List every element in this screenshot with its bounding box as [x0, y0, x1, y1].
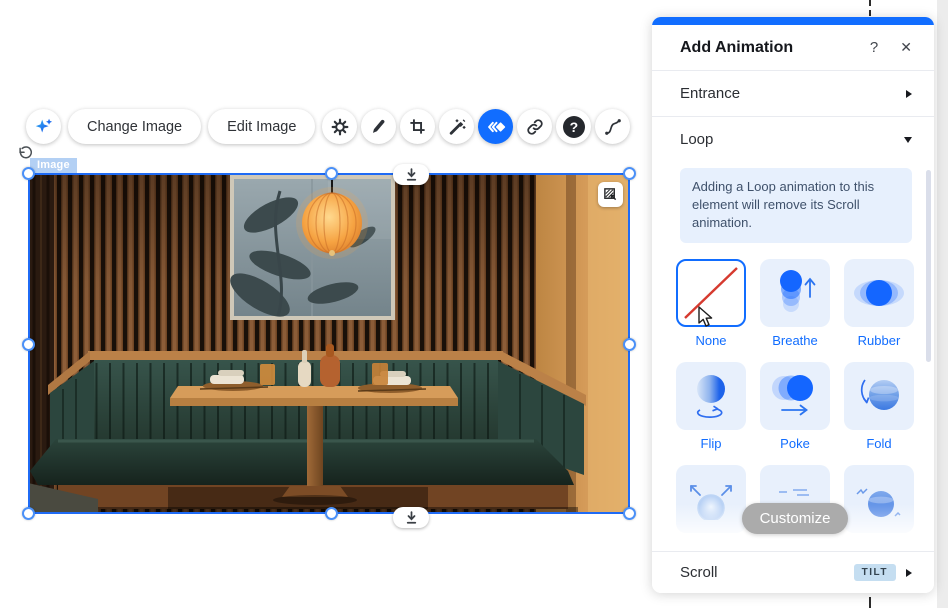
ai-sparkle-icon [33, 116, 55, 138]
resize-handle-bottom-middle[interactable] [325, 507, 338, 520]
loop-option-tile-partial[interactable] [676, 465, 746, 533]
panel-scrollbar[interactable] [926, 170, 931, 362]
panel-close-icon[interactable]: ✕ [900, 39, 912, 56]
add-animation-panel: Add Animation ? ✕ Entrance Loop Adding a… [652, 17, 934, 593]
scroll-section-row[interactable]: Scroll TILT [652, 551, 934, 593]
link-icon [525, 117, 545, 137]
loop-label: Loop [680, 131, 904, 148]
help-button[interactable]: ? [556, 109, 591, 144]
resize-handle-middle-right[interactable] [623, 338, 636, 351]
loop-option-tile-none[interactable] [676, 259, 746, 327]
expand-arrows-icon [683, 478, 739, 520]
edit-image-label: Edit Image [227, 119, 296, 135]
chevron-down-icon [904, 137, 912, 143]
editor-background-edge [937, 0, 948, 608]
stretch-arrow-icon [405, 511, 418, 524]
resize-options-button[interactable] [598, 182, 623, 207]
loop-option-tile-poke[interactable] [760, 362, 830, 430]
resize-handle-top-left[interactable] [22, 167, 35, 180]
fold-icon [855, 373, 903, 419]
resize-handle-bottom-left[interactable] [22, 507, 35, 520]
animation-button-active[interactable] [478, 109, 513, 144]
stretch-arrow-icon [405, 168, 418, 181]
scroll-label: Scroll [680, 564, 854, 581]
steps-sphere-icon [851, 478, 907, 520]
entrance-label: Entrance [680, 85, 906, 102]
loop-option-label: Fold [866, 436, 891, 451]
breathe-icon [771, 267, 819, 319]
loop-section-row[interactable]: Loop [652, 117, 934, 162]
loop-option-tile-partial[interactable] [844, 465, 914, 533]
crop-button[interactable] [400, 109, 435, 144]
scale-crop-icon [603, 187, 618, 202]
loop-option-tile-breathe[interactable] [760, 259, 830, 327]
help-icon: ? [563, 116, 585, 138]
loop-option-label: Rubber [858, 333, 901, 348]
tilt-badge: TILT [854, 564, 896, 581]
help-glyph: ? [570, 119, 579, 135]
customize-label: Customize [760, 510, 831, 527]
panel-title: Add Animation [680, 39, 870, 57]
magic-wand-icon [447, 117, 467, 137]
ai-tools-button[interactable] [26, 109, 61, 144]
interior-photo [28, 173, 630, 514]
edit-image-button[interactable]: Edit Image [208, 109, 315, 144]
element-type-tag: Image [30, 158, 77, 173]
customize-button[interactable]: Customize [742, 503, 848, 534]
animation-icon [485, 116, 507, 138]
entrance-section-row[interactable]: Entrance [652, 71, 934, 117]
settings-button[interactable] [322, 109, 357, 144]
change-image-label: Change Image [87, 119, 182, 135]
loop-option-partial-3[interactable] [844, 465, 914, 554]
selected-image-element[interactable]: Image [28, 173, 630, 514]
loop-option-label: Poke [780, 436, 810, 451]
loop-option-partial-1[interactable] [676, 465, 746, 554]
flip-icon [687, 373, 735, 419]
design-brush-button[interactable] [361, 109, 396, 144]
panel-header: Add Animation ? ✕ [652, 25, 934, 71]
loop-option-label: None [695, 333, 726, 348]
interactions-button[interactable] [595, 109, 630, 144]
chevron-right-icon [906, 569, 912, 577]
chevron-right-icon [906, 90, 912, 98]
loop-option-rubber[interactable]: Rubber [844, 259, 914, 348]
resize-handle-top-right[interactable] [623, 167, 636, 180]
loop-option-label: Flip [701, 436, 722, 451]
loop-option-breathe[interactable]: Breathe [760, 259, 830, 348]
resize-handle-top-middle[interactable] [325, 167, 338, 180]
link-button[interactable] [517, 109, 552, 144]
section-guide-dashed-bottom [869, 597, 871, 608]
resize-handle-bottom-right[interactable] [623, 507, 636, 520]
connector-squiggle-icon [603, 117, 623, 137]
poke-icon [769, 374, 821, 418]
loop-option-tile-fold[interactable] [844, 362, 914, 430]
panel-help-icon[interactable]: ? [870, 39, 878, 56]
loop-option-flip[interactable]: Flip [676, 362, 746, 451]
rubber-icon [853, 275, 905, 311]
loop-option-tile-flip[interactable] [676, 362, 746, 430]
stretch-handle-bottom[interactable] [393, 507, 429, 528]
image-toolbar: Change Image Edit Image [26, 109, 630, 144]
gear-icon [330, 117, 350, 137]
brush-icon [369, 117, 388, 136]
stretch-handle-top[interactable] [393, 164, 429, 185]
crop-icon [408, 117, 427, 136]
rotate-icon [16, 145, 34, 163]
loop-option-tile-rubber[interactable] [844, 259, 914, 327]
element-type-label: Image [37, 159, 70, 171]
loop-option-label: Breathe [772, 333, 818, 348]
loop-option-poke[interactable]: Poke [760, 362, 830, 451]
ai-effects-button[interactable] [439, 109, 474, 144]
loop-notice: Adding a Loop animation to this element … [680, 168, 912, 243]
change-image-button[interactable]: Change Image [68, 109, 201, 144]
loop-option-none[interactable]: None [676, 259, 746, 348]
section-guide-dashed-top [869, 0, 871, 16]
rotate-handle[interactable] [16, 145, 34, 168]
none-diagonal-icon [680, 263, 742, 323]
resize-handle-middle-left[interactable] [22, 338, 35, 351]
loop-option-fold[interactable]: Fold [844, 362, 914, 451]
panel-accent-bar [652, 17, 934, 25]
